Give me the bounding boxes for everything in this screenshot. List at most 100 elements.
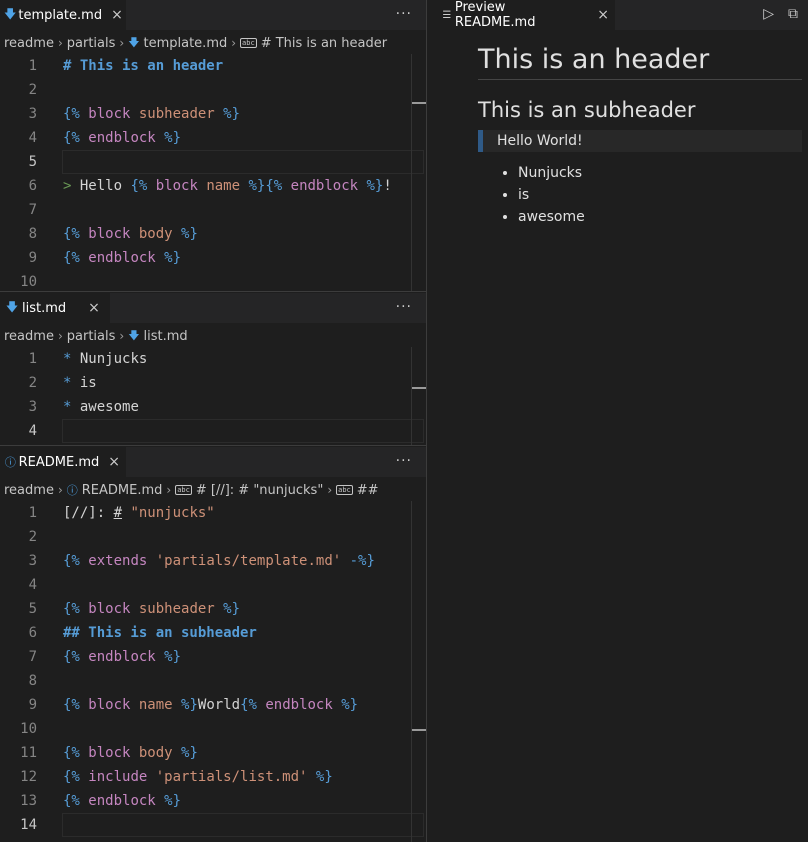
line-number: 4 xyxy=(28,577,37,593)
code-editor[interactable]: 1 * Nunjucks 2 * is 3 * awesome 4 xyxy=(0,347,426,443)
code-line: 2 xyxy=(0,78,426,102)
breadcrumb-symbol[interactable]: ## xyxy=(357,483,379,498)
code-line: 9 {% endblock %} xyxy=(0,246,426,270)
breadcrumb-folder[interactable]: readme xyxy=(4,483,54,498)
vertical-scrollbar[interactable] xyxy=(411,347,426,445)
tab-template-md[interactable]: 🡇 template.md × xyxy=(0,0,126,30)
run-icon[interactable]: ▷ xyxy=(763,6,774,22)
open-source-icon[interactable]: ⧉ xyxy=(788,6,798,22)
tab-bar: ☰ Preview README.md × ▷ ⧉ xyxy=(427,0,808,30)
breadcrumb-subfolder[interactable]: partials xyxy=(67,329,116,344)
code-line: 4 {% endblock %} xyxy=(0,126,426,150)
code-token: # xyxy=(113,505,123,521)
code-line-current: 5 xyxy=(0,150,426,174)
code-token: 'partials/template.md' xyxy=(147,553,342,569)
code-token: endblock xyxy=(88,793,156,809)
code-editor[interactable]: 1 [//]: # "nunjucks" 2 3 {% extends 'parti… xyxy=(0,501,426,837)
code-token: include xyxy=(88,769,148,785)
code-line: 8 xyxy=(0,669,426,693)
code-token: %} xyxy=(172,226,198,242)
code-token: subheader xyxy=(130,106,215,122)
code-token: Hello xyxy=(79,178,131,194)
preview-lines-icon: ☰ xyxy=(442,9,452,21)
more-actions-icon[interactable]: ··· xyxy=(396,299,412,315)
code-token: subheader xyxy=(130,601,215,617)
tab-readme-md[interactable]: ⓘ README.md × xyxy=(0,447,126,477)
tab-label: Preview README.md xyxy=(454,0,536,30)
breadcrumb-symbol[interactable]: # This is an header xyxy=(261,36,387,51)
editor-pane-template: 🡇 template.md × ··· readme › partials › … xyxy=(0,0,426,291)
line-number: 10 xyxy=(20,721,37,737)
breadcrumb-file[interactable]: list.md xyxy=(144,329,188,344)
code-line: 7 {% endblock %} xyxy=(0,645,426,669)
code-token: name xyxy=(197,178,241,194)
code-token: {% xyxy=(63,106,89,122)
line-number: 9 xyxy=(28,697,37,713)
close-icon[interactable]: × xyxy=(108,454,120,470)
breadcrumb-symbol[interactable]: # [//]: # "nunjucks" xyxy=(196,483,323,498)
code-token: endblock xyxy=(290,178,359,194)
code-line-current: 14 xyxy=(0,813,426,837)
code-token: %} xyxy=(214,601,241,617)
code-token: {% xyxy=(240,697,266,713)
scroll-cursor-marker xyxy=(412,102,426,104)
code-token: %} xyxy=(155,250,182,266)
line-number: 7 xyxy=(28,202,37,218)
code-token: %} xyxy=(332,697,359,713)
line-number: 8 xyxy=(28,673,37,689)
vertical-scrollbar[interactable] xyxy=(411,501,426,842)
close-icon[interactable]: × xyxy=(88,300,100,316)
code-token: %} xyxy=(155,649,182,665)
code-line: 3 {% block subheader %} xyxy=(0,102,426,126)
tab-label: list.md xyxy=(22,300,67,316)
editor-pane-list: 🡇 list.md × ··· readme › partials › 🡇 li… xyxy=(0,293,426,445)
pane-divider[interactable] xyxy=(0,445,427,446)
chevron-right-icon: › xyxy=(57,329,63,343)
pane-divider[interactable] xyxy=(0,291,427,292)
code-token: block xyxy=(88,226,131,242)
tab-preview-readme[interactable]: ☰ Preview README.md × xyxy=(427,0,615,30)
line-number: 9 xyxy=(28,250,37,266)
breadcrumb-file[interactable]: README.md xyxy=(82,483,163,498)
more-actions-icon[interactable]: ··· xyxy=(396,6,412,22)
code-token: block xyxy=(88,697,131,713)
code-token: {% xyxy=(63,226,89,242)
code-token: extends xyxy=(88,553,148,569)
close-icon[interactable]: × xyxy=(597,7,609,23)
code-line: 12 {% include 'partials/list.md' %} xyxy=(0,765,426,789)
preview-content: This is an header This is an subheader H… xyxy=(478,30,802,228)
code-line-current: 4 xyxy=(0,419,426,443)
breadcrumb-folder[interactable]: readme xyxy=(4,36,54,51)
code-line: 11 {% block body %} xyxy=(0,741,426,765)
breadcrumb: readme › ⓘ README.md › abc # [//]: # "nu… xyxy=(0,477,426,503)
line-number: 1 xyxy=(28,58,37,74)
code-token: World xyxy=(197,697,241,713)
markdown-arrow-icon: 🡇 xyxy=(4,6,17,21)
code-line: 2 xyxy=(0,525,426,549)
vertical-scrollbar[interactable] xyxy=(411,54,426,291)
code-token: {% xyxy=(130,178,156,194)
code-token: {% xyxy=(63,601,89,617)
tab-label: README.md xyxy=(18,454,100,470)
code-token: {% xyxy=(63,769,89,785)
code-token: endblock xyxy=(88,649,156,665)
string-symbol-icon: abc xyxy=(336,485,353,495)
current-line-highlight xyxy=(62,813,424,837)
more-actions-icon[interactable]: ··· xyxy=(396,453,412,469)
tab-list-md[interactable]: 🡇 list.md × xyxy=(0,293,110,323)
breadcrumb-file[interactable]: template.md xyxy=(144,36,228,51)
line-number: 1 xyxy=(28,351,37,367)
code-editor[interactable]: 1 # This is an header 2 3 {% block subhead… xyxy=(0,54,426,291)
code-token: {% xyxy=(63,649,89,665)
code-token: * xyxy=(63,351,72,367)
code-token: {% xyxy=(63,250,89,266)
code-token: block xyxy=(88,745,131,761)
breadcrumb-subfolder[interactable]: partials xyxy=(67,36,116,51)
code-token: {% xyxy=(63,745,89,761)
line-number: 5 xyxy=(28,154,37,170)
code-token: "nunjucks" xyxy=(122,505,215,521)
close-icon[interactable]: × xyxy=(111,7,123,23)
code-line: 13 {% endblock %} xyxy=(0,789,426,813)
breadcrumb-folder[interactable]: readme xyxy=(4,329,54,344)
code-line: 8 {% block body %} xyxy=(0,222,426,246)
